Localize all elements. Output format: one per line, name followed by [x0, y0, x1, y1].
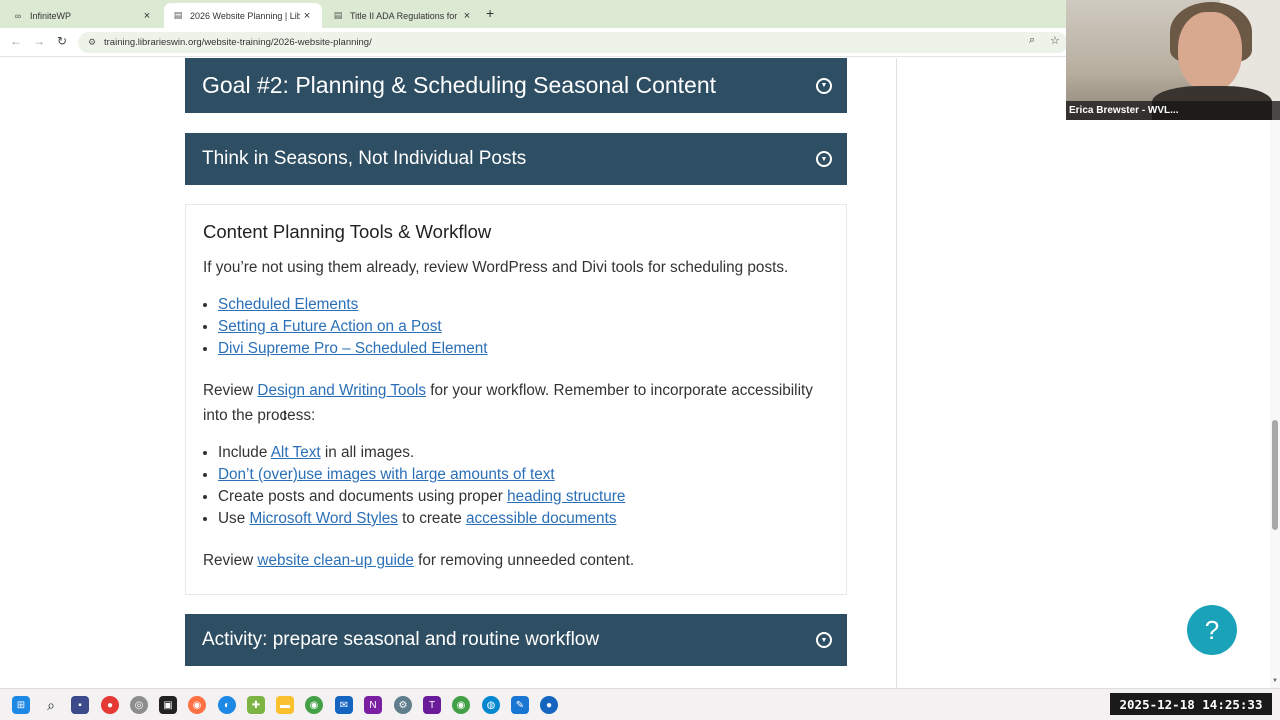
accordion-title: Activity: prepare seasonal and routine w… [202, 629, 600, 650]
app-icon[interactable]: ● [101, 696, 119, 714]
app-icon[interactable]: ✎ [511, 696, 529, 714]
accordion-activity[interactable]: Activity: prepare seasonal and routine w… [185, 614, 847, 666]
chevron-down-circle-icon: ▼ [816, 632, 832, 648]
back-arrow-icon[interactable]: ← [10, 34, 22, 48]
tool-link-list: Scheduled Elements Setting a Future Acti… [218, 294, 829, 360]
tab-title-ii-ada[interactable]: ▤ Title II ADA Regulations for Web × [324, 3, 482, 28]
address-bar[interactable]: ⚙ training.librarieswin.org/website-trai… [78, 32, 1068, 53]
images-text-link[interactable]: Don’t (over)use images with large amount… [218, 466, 555, 483]
libwin-icon: ▤ [173, 10, 183, 20]
list-item: Use Microsoft Word Styles to create acce… [218, 508, 829, 530]
settings-icon[interactable]: ⚙ [394, 696, 412, 714]
app-icon[interactable]: ▣ [159, 696, 177, 714]
chevron-down-circle-icon: ▼ [816, 151, 832, 167]
text-segment: Use [218, 510, 250, 527]
scrollbar-thumb[interactable] [1272, 420, 1278, 530]
bookmark-star-icon[interactable]: ☆ [1050, 34, 1060, 47]
list-item: Don’t (over)use images with large amount… [218, 464, 829, 486]
tab-title: InfiniteWP [30, 10, 72, 21]
forward-arrow-icon[interactable]: → [33, 34, 45, 48]
text-segment: to create [397, 510, 466, 527]
accordion-think-in-seasons[interactable]: Think in Seasons, Not Individual Posts ▼ [185, 133, 847, 185]
edge-icon[interactable]: ◐ [218, 696, 236, 714]
scroll-down-icon[interactable]: ▼ [1272, 678, 1278, 684]
accessible-documents-link[interactable]: accessible documents [466, 510, 617, 527]
heading-structure-link[interactable]: heading structure [507, 488, 625, 505]
chevron-down-circle-icon: ▼ [816, 77, 832, 94]
help-button[interactable]: ? [1187, 605, 1237, 655]
text-segment: Review [203, 552, 258, 569]
firefox-icon[interactable]: ◉ [188, 696, 206, 714]
tab-close-icon[interactable]: × [140, 10, 154, 22]
list-item: Setting a Future Action on a Post [218, 316, 829, 338]
accordion-goal-2[interactable]: Goal #2: Planning & Scheduling Seasonal … [185, 58, 847, 113]
cleanup-guide-link[interactable]: website clean-up guide [257, 552, 413, 569]
page-scrollbar[interactable]: ▲ ▼ [1270, 58, 1280, 688]
app-icon[interactable]: ▪ [71, 696, 89, 714]
intro-text: If you’re not using them already, review… [203, 259, 789, 276]
chrome-icon[interactable]: ◉ [305, 696, 323, 714]
infinitewp-icon: ∞ [14, 10, 22, 21]
video-call-tile: Erica Brewster - WVL... [1066, 0, 1280, 120]
tab-title: 2026 Website Planning | LibWin [190, 10, 300, 21]
text-segment: for removing unneeded content. [413, 552, 635, 569]
clock-timestamp: 2025-12-18 14:25:33 [1110, 693, 1272, 715]
tab-title: Title II ADA Regulations for Web [350, 10, 460, 21]
app-icon[interactable]: ◎ [130, 696, 148, 714]
onenote-icon[interactable]: N [364, 696, 382, 714]
accordion-panel-content-planning: Content Planning Tools & Workflow If you… [185, 204, 847, 595]
list-item: Divi Supreme Pro – Scheduled Element [218, 338, 829, 360]
cleanup-text: Review website clean-up guide for removi… [203, 548, 829, 573]
participant-name: Erica Brewster - WVL... [1066, 101, 1280, 120]
text-segment: Review [203, 382, 258, 399]
accordion-title: Think in Seasons, Not Individual Posts [202, 148, 527, 169]
scheduled-elements-link[interactable]: Scheduled Elements [218, 296, 358, 313]
list-item: Include Alt Text in all images. [218, 442, 829, 464]
site-info-icon[interactable]: ⚙ [86, 37, 98, 48]
future-action-link[interactable]: Setting a Future Action on a Post [218, 318, 442, 335]
app-icon[interactable]: ◍ [482, 696, 500, 714]
list-item: Create posts and documents using proper … [218, 486, 829, 508]
design-writing-tools-link[interactable]: Design and Writing Tools [257, 382, 426, 399]
tab-2026-website-planning[interactable]: ▤ 2026 Website Planning | LibWin × [164, 3, 322, 28]
folder-icon[interactable]: ▬ [276, 696, 294, 714]
windows-start-icon[interactable]: ⊞ [12, 696, 30, 714]
outlook-icon[interactable]: ✉ [335, 696, 353, 714]
divi-supreme-link[interactable]: Divi Supreme Pro – Scheduled Element [218, 340, 488, 357]
accessibility-list: Include Alt Text in all images. Don’t (o… [218, 442, 829, 530]
tab-infinitewp[interactable]: ∞ InfiniteWP × [4, 3, 162, 28]
zoom-app-icon[interactable]: ● [540, 696, 558, 714]
text-segment: Include [218, 444, 271, 461]
libwin-icon: ▤ [333, 10, 343, 20]
tab-close-icon[interactable]: × [460, 10, 474, 22]
reload-icon[interactable]: ↻ [57, 34, 67, 48]
list-item: Scheduled Elements [218, 294, 829, 316]
accordion-title: Goal #2: Planning & Scheduling Seasonal … [202, 72, 717, 98]
chrome-icon[interactable]: ◉ [452, 696, 470, 714]
word-styles-link[interactable]: Microsoft Word Styles [249, 510, 397, 527]
text-segment: in all images. [320, 444, 415, 461]
participant-face [1178, 12, 1242, 92]
sidebar-divider [896, 58, 897, 688]
alt-text-link[interactable]: Alt Text [271, 444, 321, 461]
page-content: Goal #2: Planning & Scheduling Seasonal … [0, 58, 1280, 688]
review-workflow-text: Review Design and Writing Tools for your… [203, 378, 829, 428]
search-icon[interactable]: ⌕ [42, 696, 60, 714]
url-text: training.librarieswin.org/website-traini… [104, 37, 372, 48]
new-tab-button[interactable]: + [486, 5, 494, 21]
tab-close-icon[interactable]: × [300, 10, 314, 22]
taskbar: ⊞ ⌕ ▪ ● ◎ ▣ ◉ ◐ ✚ ▬ ◉ ✉ N ⚙ T ◉ ◍ ✎ ● [0, 688, 1280, 720]
panel-heading: Content Planning Tools & Workflow [203, 221, 492, 242]
teams-icon[interactable]: T [423, 696, 441, 714]
app-icon[interactable]: ✚ [247, 696, 265, 714]
text-cursor-icon: I [283, 407, 287, 423]
text-segment: Create posts and documents using proper [218, 488, 508, 505]
zoom-icon[interactable]: ⌕ [1029, 34, 1035, 47]
